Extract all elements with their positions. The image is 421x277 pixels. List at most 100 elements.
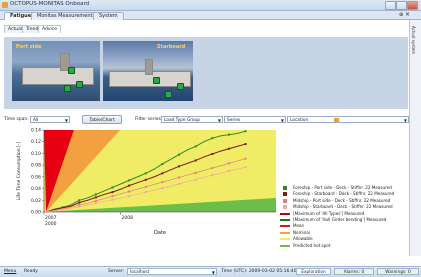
maximize-button[interactable] xyxy=(396,1,407,10)
chevron-down-icon: ▼ xyxy=(217,118,221,123)
series-point xyxy=(45,211,47,213)
series-point xyxy=(144,185,147,188)
time-span-select[interactable]: All ▼ xyxy=(30,116,70,123)
sensor-marker[interactable] xyxy=(76,81,83,88)
starboard-label: Starboard xyxy=(157,44,186,50)
tab-close-icon[interactable]: × xyxy=(405,11,410,18)
utc-time: Time (UTC): 2009-03-02 05:16:40 xyxy=(221,269,297,274)
port-side-photo: Port side xyxy=(12,41,100,101)
load-type-group-select[interactable]: Load Type Group ▼ xyxy=(161,116,223,123)
series-point xyxy=(178,165,181,168)
vessel-image-panel: Port side Starboard xyxy=(4,37,408,109)
main-tab-bar: Fatigue Monitas Measurements System ⊕ × xyxy=(0,11,421,20)
server-value: localhost xyxy=(130,270,150,275)
series-point xyxy=(211,174,214,177)
close-button[interactable] xyxy=(407,1,418,10)
series-point xyxy=(61,208,64,211)
y-tick-label: 0.00 xyxy=(31,210,41,216)
y-tick-label: 0.08 xyxy=(31,163,41,169)
tab-monitas-measurements[interactable]: Monitas Measurements xyxy=(31,12,102,20)
exploration-mode[interactable]: Exploration xyxy=(296,268,331,275)
x-axis-label: Date xyxy=(154,230,166,236)
y-tick-label: 0.02 xyxy=(31,198,41,204)
chevron-down-icon: ▼ xyxy=(280,118,284,123)
legend-label: Midship - Port side - Deck - Stiffnr. 22… xyxy=(293,197,391,203)
series-point xyxy=(227,170,230,172)
series-point xyxy=(194,159,197,162)
legend-line-swatch xyxy=(280,244,290,247)
location-value: Location xyxy=(290,118,309,123)
legend-label: Midship - Starboard - Deck - Stiffnr. 22… xyxy=(293,204,393,210)
y-tick-label: 0.14 xyxy=(31,128,41,134)
series-point xyxy=(244,130,247,133)
legend-label: [Maximum of 'All Types'] Measured xyxy=(293,210,365,216)
legend-line-swatch xyxy=(280,238,290,241)
x-tick-sub-label: 2000 xyxy=(45,221,57,227)
server-select[interactable]: localhost ▼ xyxy=(127,268,217,275)
series-point xyxy=(78,199,81,202)
series-point xyxy=(94,199,97,202)
series-point xyxy=(211,153,214,156)
filter-bar: Time span: All ▼ Table/Chart Filter seri… xyxy=(4,115,409,125)
legend-line-swatch xyxy=(280,225,290,228)
series-point xyxy=(194,178,197,181)
location-flag-icon xyxy=(334,118,339,122)
pin-icon[interactable]: ⊕ xyxy=(399,12,403,18)
y-tick-label: 0.10 xyxy=(31,151,41,157)
legend-triangle-icon xyxy=(283,205,287,210)
y-tick-label: 0.04 xyxy=(31,186,41,192)
sensor-marker[interactable] xyxy=(153,77,160,84)
series-point xyxy=(178,176,181,179)
series-point xyxy=(161,162,164,165)
series-point xyxy=(111,186,114,189)
series-point xyxy=(94,193,97,196)
sensor-marker[interactable] xyxy=(165,91,172,98)
minimize-button[interactable] xyxy=(385,1,396,10)
vessel-tower-starboard xyxy=(145,59,153,75)
sensor-marker[interactable] xyxy=(177,83,184,90)
legend-label: [Maximum of 'Hull Girder bending'] Measu… xyxy=(293,217,387,222)
series-point xyxy=(211,167,214,170)
sensor-marker[interactable] xyxy=(68,67,75,74)
legend-square-icon xyxy=(283,192,287,197)
legend-line-swatch xyxy=(280,231,290,234)
tab-system[interactable]: System xyxy=(93,12,124,20)
series-point xyxy=(144,178,147,181)
side-panel-strip[interactable]: Actual system xyxy=(409,20,421,256)
alarms-count[interactable]: Alarms: 0 xyxy=(334,268,374,275)
y-axis-label: Life Time Consumption [-] xyxy=(16,142,22,201)
series-select[interactable]: Series ▼ xyxy=(224,116,286,123)
legend-diamond-icon xyxy=(283,198,287,203)
legend-line-swatch xyxy=(280,219,290,221)
series-point xyxy=(94,202,97,205)
tab-advice[interactable]: Advice xyxy=(38,25,62,33)
series-point xyxy=(111,198,114,201)
x-tick-label: 2007 xyxy=(45,215,57,221)
sensor-marker[interactable] xyxy=(64,85,71,92)
series-point xyxy=(244,143,247,146)
warnings-count[interactable]: Warnings: 0 xyxy=(377,268,419,275)
status-bar: Menu Ready Server: localhost ▼ Time (UTC… xyxy=(0,266,421,277)
legend-label: Foreship - Starboard - Deck - Stiffnr. 2… xyxy=(293,191,395,197)
menu-button[interactable]: Menu xyxy=(4,268,16,276)
chevron-down-icon: ▼ xyxy=(211,270,215,275)
series-point xyxy=(194,171,197,174)
server-label: Server: xyxy=(108,269,125,274)
x-tick-label: 2008 xyxy=(122,215,134,221)
series-point xyxy=(178,182,181,185)
time-span-value: All xyxy=(33,118,39,123)
side-panel-label: Actual system xyxy=(411,26,416,55)
series-point xyxy=(128,179,131,182)
series-value: Series xyxy=(227,118,241,123)
table-chart-button[interactable]: Table/Chart xyxy=(82,115,122,124)
y-tick-label: 0.06 xyxy=(31,174,41,180)
legend-star-icon xyxy=(283,186,287,190)
filter-series-label: Filter series: xyxy=(135,117,163,122)
series-point xyxy=(78,201,81,204)
series-point xyxy=(94,196,97,199)
series-point xyxy=(78,203,81,206)
series-point xyxy=(128,190,131,193)
location-select[interactable]: Location ▼ xyxy=(287,116,409,123)
time-span-label: Time span: xyxy=(4,117,29,122)
legend-label: Nominal xyxy=(293,229,310,235)
